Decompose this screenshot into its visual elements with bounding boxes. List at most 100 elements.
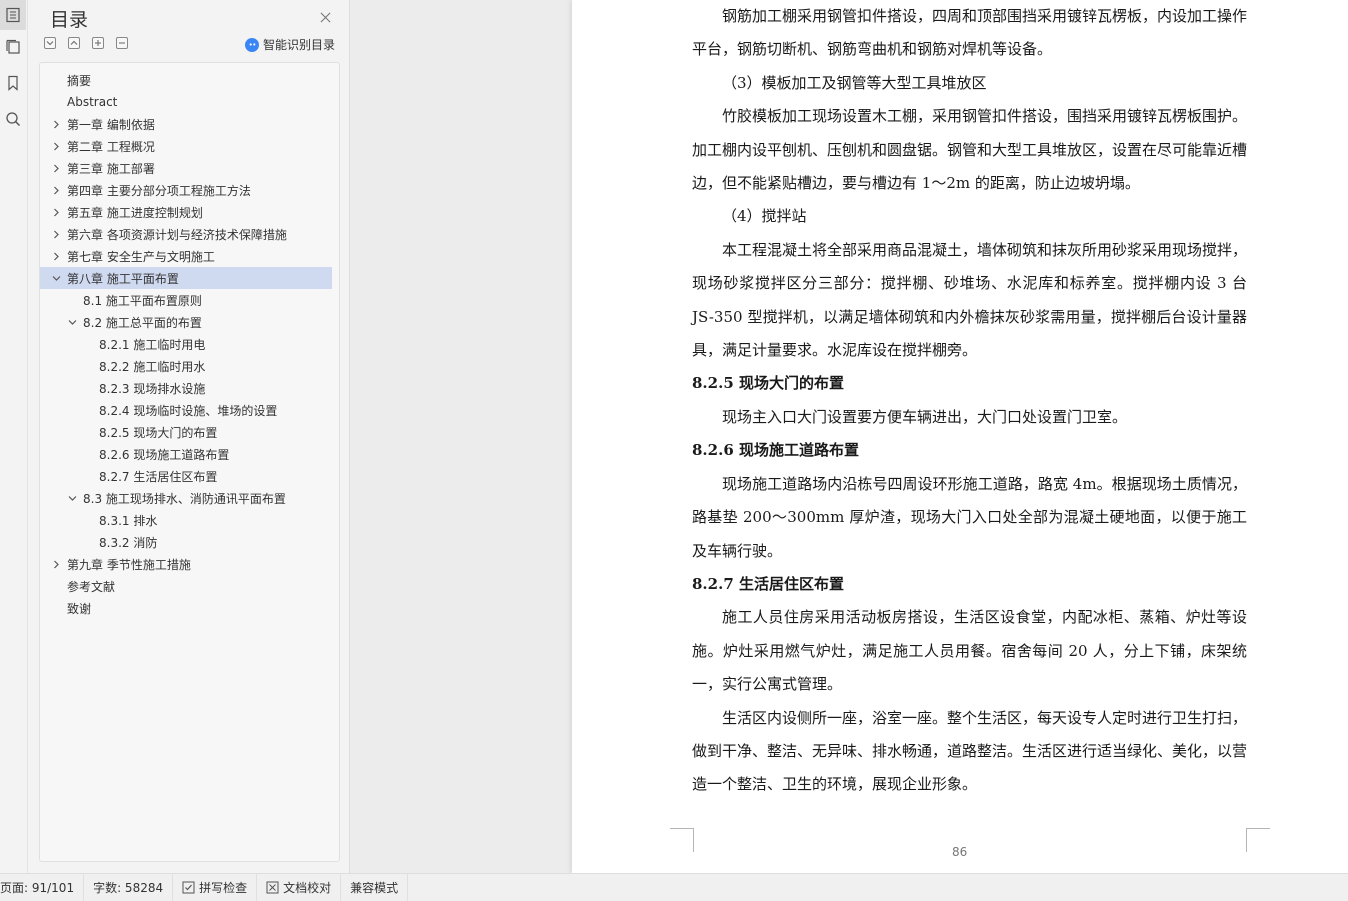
search-icon[interactable]	[0, 104, 26, 134]
spell-check-label: 拼写检查	[199, 881, 248, 895]
toc-item-label: 8.2.3 现场排水设施	[99, 381, 206, 396]
toc-item[interactable]: 摘要	[40, 69, 332, 91]
word-count-label: 字数: 58284	[93, 881, 164, 895]
remove-entry-icon[interactable]	[116, 37, 128, 49]
toc-item[interactable]: 参考文献	[40, 575, 332, 597]
toc-item-label: 第八章 施工平面布置	[67, 271, 179, 286]
chevron-right-icon[interactable]	[50, 558, 62, 570]
toc-item-label: 8.3.2 消防	[99, 535, 158, 550]
toc-item-label: 8.3 施工现场排水、消防通讯平面布置	[83, 491, 286, 506]
toc-item[interactable]: 8.2.5 现场大门的布置	[40, 421, 332, 443]
pages-icon[interactable]	[0, 32, 26, 62]
word-count[interactable]: 字数: 58284	[84, 874, 174, 901]
doc-proof-label: 文档校对	[283, 881, 332, 895]
bookmark-icon[interactable]	[0, 68, 26, 98]
chevron-right-icon[interactable]	[50, 118, 62, 130]
toc-item[interactable]: 8.2.7 生活居住区布置	[40, 465, 332, 487]
page-indicator-label: 页面: 91/101	[0, 881, 75, 895]
page-corner-left	[670, 828, 694, 852]
document-page: 钢筋加工棚采用钢管扣件搭设，四周和顶部围挡采用镀锌瓦楞板，内设加工操作平台，钢筋…	[572, 0, 1348, 873]
toc-item-label: 8.2.2 施工临时用水	[99, 359, 206, 374]
add-entry-icon[interactable]	[92, 37, 104, 49]
toc-item[interactable]: 第七章 安全生产与文明施工	[40, 245, 332, 267]
toc-item[interactable]: 第九章 季节性施工措施	[40, 553, 332, 575]
subsection-title: （4）搅拌站	[722, 207, 807, 226]
toc-item-label: 第三章 施工部署	[67, 161, 155, 176]
page-content: 钢筋加工棚采用钢管扣件搭设，四周和顶部围挡采用镀锌瓦楞板，内设加工操作平台，钢筋…	[692, 0, 1247, 802]
chevron-down-icon[interactable]	[66, 316, 78, 328]
smart-toc-button[interactable]: 智能识别目录	[245, 36, 335, 53]
toc-item-label: 8.2.1 施工临时用电	[99, 337, 206, 352]
body-paragraph: 现场施工道路场内沿栋号四周设环形施工道路，路宽 4m。根据现场土质情况，路基垫 …	[692, 474, 1247, 560]
body-paragraph: 竹胶模板加工现场设置木工棚，采用钢管扣件搭设，围挡采用镀锌瓦楞板围护。加工棚内设…	[692, 107, 1248, 193]
toc-item-label: 8.2.6 现场施工道路布置	[99, 447, 230, 462]
toc-icon[interactable]	[0, 0, 26, 30]
body-paragraph: 现场主入口大门设置要方便车辆进出，大门口处设置门卫室。	[722, 407, 1128, 426]
toc-item[interactable]: 8.2.3 现场排水设施	[40, 377, 332, 399]
chevron-right-icon[interactable]	[50, 140, 62, 152]
toc-item[interactable]: 第二章 工程概况	[40, 135, 332, 157]
toc-item[interactable]: 8.1 施工平面布置原则	[40, 289, 332, 311]
toc-item[interactable]: 8.3.2 消防	[40, 531, 332, 553]
toc-item-label: 8.3.1 排水	[99, 513, 158, 528]
toc-item[interactable]: 8.2.1 施工临时用电	[40, 333, 332, 355]
toc-item[interactable]: 致谢	[40, 597, 332, 619]
toc-item-label: 第九章 季节性施工措施	[67, 557, 191, 572]
chevron-right-icon[interactable]	[50, 162, 62, 174]
toc-item[interactable]: 第三章 施工部署	[40, 157, 332, 179]
toc-item[interactable]: 8.2.4 现场临时设施、堆场的设置	[40, 399, 332, 421]
chevron-right-icon[interactable]	[50, 228, 62, 240]
toc-item-label: 第一章 编制依据	[67, 117, 155, 132]
doc-proof-icon	[266, 881, 279, 894]
toc-item-label: 第五章 施工进度控制规划	[67, 205, 203, 220]
toc-item-label: 8.1 施工平面布置原则	[83, 293, 202, 308]
toc-item[interactable]: Abstract	[40, 91, 332, 113]
toc-item[interactable]: 第五章 施工进度控制规划	[40, 201, 332, 223]
toc-item[interactable]: 8.2 施工总平面的布置	[40, 311, 332, 333]
compat-mode[interactable]: 兼容模式	[341, 874, 409, 901]
toc-item-label: 第二章 工程概况	[67, 139, 155, 154]
page-corner-right	[1246, 828, 1270, 852]
smart-toc-icon	[245, 37, 259, 52]
toc-toolbar	[44, 37, 128, 49]
toc-item-label: 参考文献	[67, 579, 116, 594]
doc-proof-button[interactable]: 文档校对	[257, 874, 342, 901]
chevron-down-icon[interactable]	[50, 272, 62, 284]
chevron-right-icon[interactable]	[50, 250, 62, 262]
toc-item[interactable]: 8.2.2 施工临时用水	[40, 355, 332, 377]
body-paragraph: 生活区内设侧所一座，浴室一座。整个生活区，每天设专人定时进行卫生打扫，做到干净、…	[692, 708, 1248, 794]
toc-item-label: Abstract	[67, 95, 118, 109]
toc-item-label: 第四章 主要分部分项工程施工方法	[67, 183, 251, 198]
toc-item-label: 第七章 安全生产与文明施工	[67, 249, 215, 264]
toc-panel: 目录 智能识别目录 摘要 Abstract 第一章 编制依据 第二章 工程概况 第三章 …	[28, 0, 350, 873]
expand-all-icon[interactable]	[44, 37, 56, 49]
body-paragraph: 本工程混凝土将全部采用商品混凝土，墙体砌筑和抹灰所用砂浆采用现场搅拌，现场砂浆搅…	[692, 240, 1248, 360]
toc-item-label: 致谢	[67, 601, 92, 616]
toc-item[interactable]: 第八章 施工平面布置	[40, 267, 332, 289]
toc-item-label: 8.2.7 生活居住区布置	[99, 469, 218, 484]
section-heading: 8.2.5 现场大门的布置	[692, 374, 844, 393]
toc-item[interactable]: 8.3 施工现场排水、消防通讯平面布置	[40, 487, 332, 509]
toc-title: 目录	[50, 9, 89, 31]
spell-check-button[interactable]: 拼写检查	[173, 874, 258, 901]
left-icon-strip	[0, 0, 28, 873]
chevron-right-icon[interactable]	[50, 206, 62, 218]
spell-check-icon	[182, 881, 195, 894]
toc-tree: 摘要 Abstract 第一章 编制依据 第二章 工程概况 第三章 施工部署第四章 主要…	[39, 62, 340, 862]
chevron-right-icon[interactable]	[50, 184, 62, 196]
toc-item-label: 第六章 各项资源计划与经济技术保障措施	[67, 227, 287, 242]
page-number: 86	[952, 845, 968, 859]
toc-item[interactable]: 第一章 编制依据	[40, 113, 332, 135]
collapse-all-icon[interactable]	[68, 37, 80, 49]
page-indicator[interactable]: 页面: 91/101	[0, 874, 85, 901]
compat-mode-label: 兼容模式	[350, 881, 399, 895]
close-icon[interactable]	[316, 8, 334, 26]
chevron-down-icon[interactable]	[66, 492, 78, 504]
toc-item[interactable]: 8.3.1 排水	[40, 509, 332, 531]
section-heading: 8.2.6 现场施工道路布置	[692, 441, 859, 460]
toc-item[interactable]: 第四章 主要分部分项工程施工方法	[40, 179, 332, 201]
toc-item[interactable]: 8.2.6 现场施工道路布置	[40, 443, 332, 465]
toc-item[interactable]: 第六章 各项资源计划与经济技术保障措施	[40, 223, 332, 245]
body-paragraph: 钢筋加工棚采用钢管扣件搭设，四周和顶部围挡采用镀锌瓦楞板，内设加工操作平台，钢筋…	[692, 7, 1248, 59]
body-paragraph: 施工人员住房采用活动板房搭设，生活区设食堂，内配冰柜、蒸箱、炉灶等设施。炉灶采用…	[692, 608, 1247, 694]
